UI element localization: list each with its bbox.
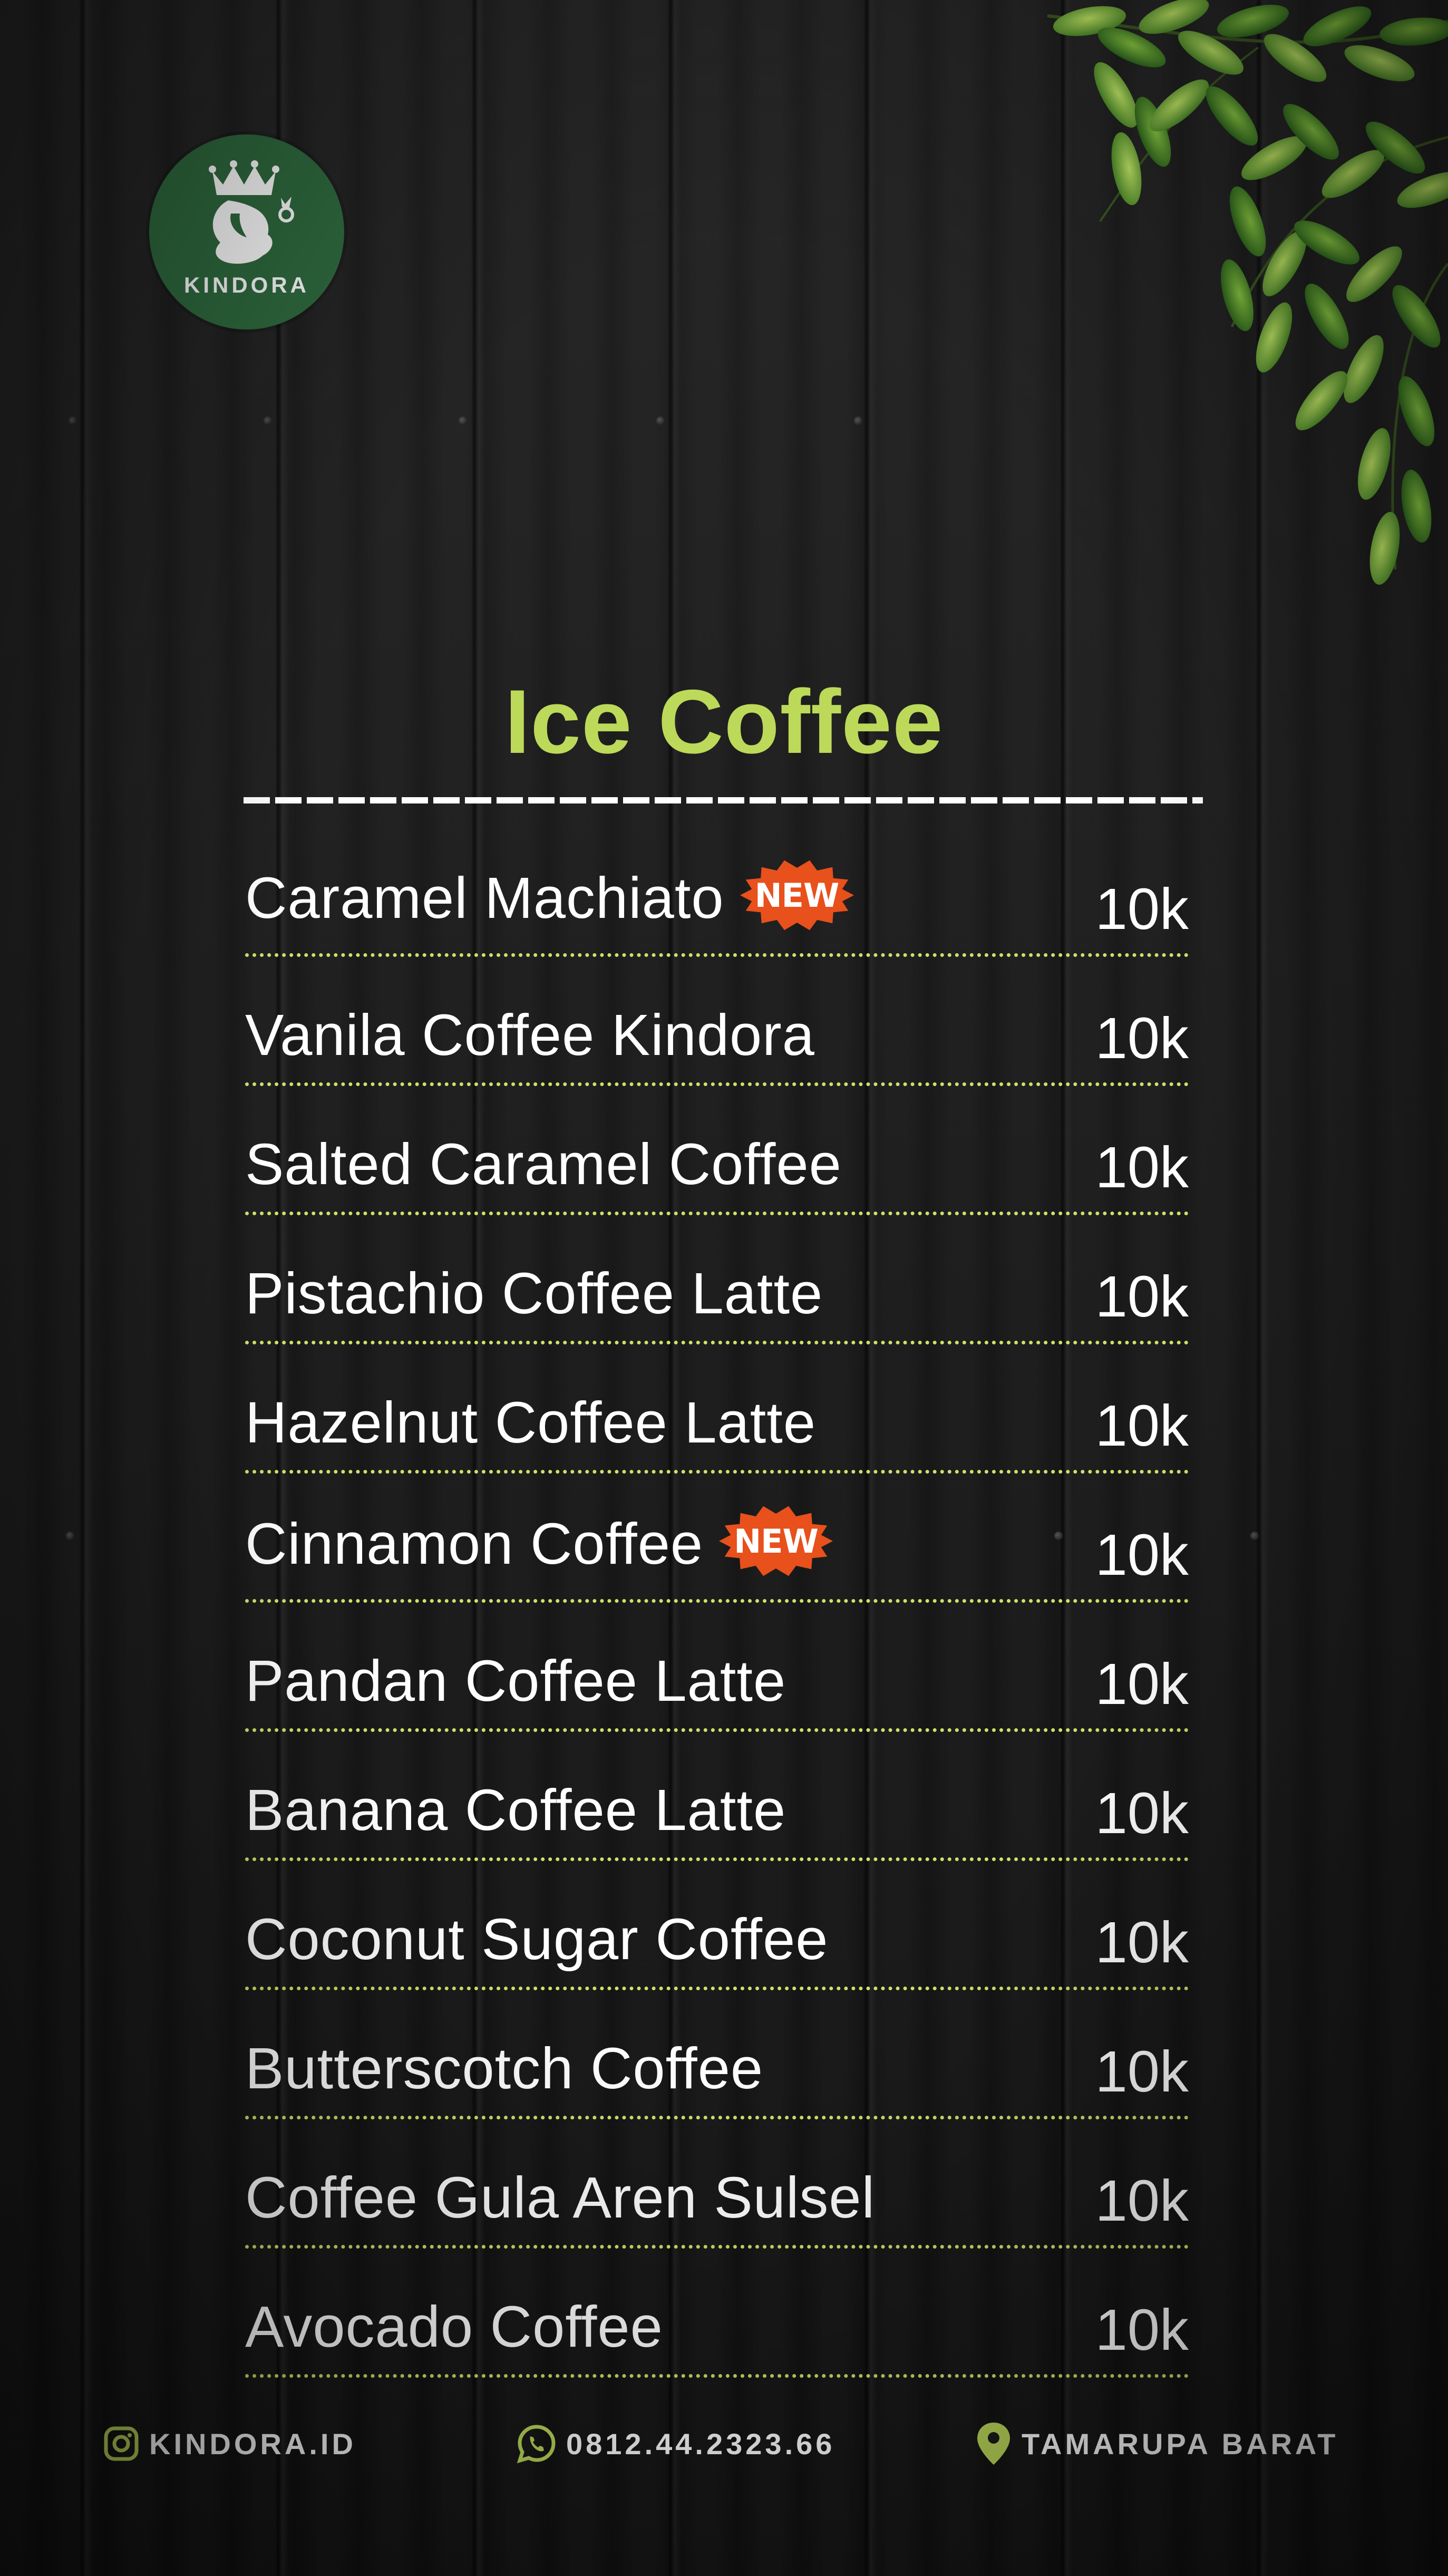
location-name: TAMARUPA BARAT: [1022, 2427, 1339, 2461]
new-badge-label: NEW: [734, 1522, 819, 1561]
menu-item-label: Banana Coffee Latte: [245, 1778, 786, 1843]
menu-item-row: Coconut Sugar Coffee 10k: [245, 1861, 1189, 1990]
menu-item-price: 10k: [1095, 1523, 1189, 1587]
menu-item-row: Hazelnut Coffee Latte 10k: [245, 1344, 1189, 1474]
menu-item-row: Banana Coffee Latte 10k: [245, 1732, 1189, 1861]
menu-item-row: Vanila Coffee Kindora 10k: [245, 957, 1189, 1086]
menu-item-name: Vanila Coffee Kindora: [245, 1002, 815, 1069]
instagram-handle: KINDORA.ID: [149, 2427, 356, 2461]
menu-item-label: Vanila Coffee Kindora: [245, 1003, 815, 1068]
menu-item-row: Pistachio Coffee Latte 10k: [245, 1215, 1189, 1344]
menu-item-price: 10k: [1095, 1006, 1189, 1071]
new-badge-label: NEW: [754, 876, 840, 915]
menu-item-price: 10k: [1095, 1135, 1189, 1200]
brand-logo: KINDORA: [149, 134, 344, 330]
menu-item-price: 10k: [1095, 1781, 1189, 1846]
menu-item-price: 10k: [1095, 1393, 1189, 1458]
instagram-icon: [104, 2426, 139, 2461]
menu-item-label: Caramel Machiato: [245, 866, 724, 931]
whatsapp-contact[interactable]: 0812.44.2323.66: [517, 2417, 835, 2470]
menu-item-name: Cinnamon Coffee NEW: [245, 1506, 834, 1585]
menu-item-row: Pandan Coffee Latte 10k: [245, 1603, 1189, 1732]
new-badge: NEW: [739, 858, 855, 932]
footer: KINDORA.ID 0812.44.2323.66 TAMARUPA BARA…: [0, 2417, 1448, 2470]
menu-item-name: Hazelnut Coffee Latte: [245, 1389, 816, 1456]
menu-item-label: Coffee Gula Aren Sulsel: [245, 2165, 876, 2230]
whatsapp-number: 0812.44.2323.66: [566, 2427, 835, 2461]
menu-item-price: 10k: [1095, 2168, 1189, 2233]
menu-item-price: 10k: [1095, 2039, 1189, 2104]
whatsapp-icon: [517, 2425, 556, 2464]
menu-item-label: Coconut Sugar Coffee: [245, 1907, 829, 1972]
menu-item-label: Salted Caramel Coffee: [245, 1132, 842, 1197]
logo-text: KINDORA: [184, 273, 309, 297]
instagram-contact[interactable]: KINDORA.ID: [103, 2417, 356, 2470]
menu-item-label: Pandan Coffee Latte: [245, 1649, 786, 1713]
menu-list: Caramel Machiato NEW 10k Vanila Coffee Kind…: [245, 828, 1189, 2378]
menu-title: Ice Coffee: [504, 671, 944, 772]
menu-item-name: Avocado Coffee: [245, 2293, 663, 2360]
location-info: TAMARUPA BARAT: [975, 2417, 1338, 2470]
menu-item-label: Hazelnut Coffee Latte: [245, 1390, 817, 1455]
menu-item-row: Caramel Machiato NEW 10k: [245, 828, 1189, 957]
menu-item-label: Cinnamon Coffee: [245, 1512, 704, 1577]
menu-item-label: Butterscotch Coffee: [245, 2036, 764, 2101]
menu-item-name: Caramel Machiato NEW: [245, 860, 855, 940]
menu-item-row: Cinnamon Coffee NEW 10k: [245, 1474, 1189, 1603]
title-divider: [244, 797, 1203, 803]
queen-emblem-icon: [209, 160, 294, 264]
menu-item-row: Butterscotch Coffee 10k: [245, 1990, 1189, 2119]
menu-item-label: Avocado Coffee: [245, 2294, 663, 2359]
menu-item-row: Coffee Gula Aren Sulsel 10k: [245, 2119, 1189, 2249]
menu-item-price: 10k: [1095, 877, 1189, 942]
new-badge: NEW: [718, 1504, 834, 1578]
menu-item-name: Banana Coffee Latte: [245, 1777, 786, 1844]
menu-item-price: 10k: [1095, 2298, 1189, 2362]
menu-item-name: Pistachio Coffee Latte: [245, 1260, 823, 1327]
menu-poster: KINDORA Ice Coffee Caramel Machiato NEW 10…: [0, 0, 1448, 2576]
menu-item-name: Coffee Gula Aren Sulsel: [245, 2164, 875, 2231]
menu-item-row: Salted Caramel Coffee 10k: [245, 1086, 1189, 1215]
menu-item-label: Pistachio Coffee Latte: [245, 1261, 823, 1326]
menu-item-price: 10k: [1095, 1264, 1189, 1329]
leaves-decoration: [1047, 0, 1448, 587]
menu-item-name: Salted Caramel Coffee: [245, 1131, 842, 1198]
menu-item-name: Pandan Coffee Latte: [245, 1648, 786, 1715]
location-pin-icon: [977, 2423, 1010, 2465]
menu-item-row: Avocado Coffee 10k: [245, 2249, 1189, 2378]
menu-item-name: Coconut Sugar Coffee: [245, 1906, 828, 1973]
menu-item-price: 10k: [1095, 1652, 1189, 1717]
menu-item-name: Butterscotch Coffee: [245, 2035, 763, 2102]
menu-item-price: 10k: [1095, 1910, 1189, 1975]
